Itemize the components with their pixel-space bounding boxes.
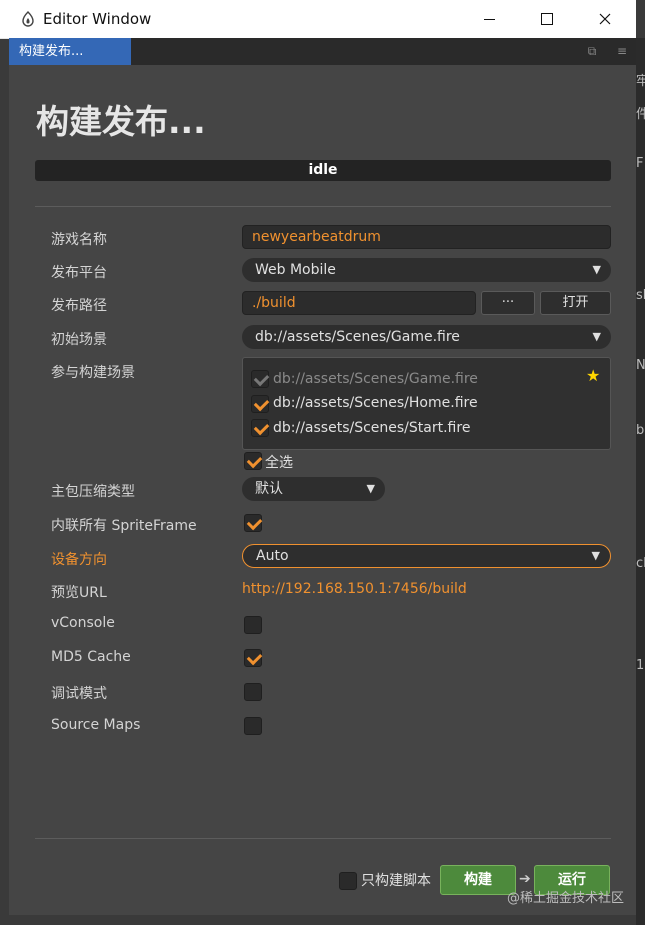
compression-value: 默认 xyxy=(255,481,283,497)
inline-spriteframe-label: 内联所有 SpriteFrame xyxy=(51,518,197,534)
preview-url-link[interactable]: http://192.168.150.1:7456/build xyxy=(242,581,467,597)
orientation-label: 设备方向 xyxy=(51,552,107,568)
close-button[interactable] xyxy=(576,0,634,38)
star-icon: ★ xyxy=(586,366,601,385)
start-scene-label: 初始场景 xyxy=(51,332,107,348)
build-status-bar: idle xyxy=(35,160,611,181)
platform-value: Web Mobile xyxy=(255,262,336,278)
tab-build[interactable]: 构建发布... xyxy=(9,38,131,65)
source-maps-label: Source Maps xyxy=(51,717,141,733)
start-scene-select[interactable]: db://assets/Scenes/Game.fire ▼ xyxy=(242,325,611,349)
page-title: 构建发布... xyxy=(36,102,206,141)
bg-glyph: sh xyxy=(636,288,645,303)
vconsole-checkbox[interactable] xyxy=(244,616,262,634)
vconsole-label: vConsole xyxy=(51,615,115,631)
compression-select[interactable]: 默认 ▼ xyxy=(242,477,385,501)
script-only-label: 只构建脚本 xyxy=(361,873,431,889)
scene-item-label: db://assets/Scenes/Game.fire xyxy=(273,371,478,387)
divider xyxy=(35,206,611,207)
chevron-down-icon: ▼ xyxy=(591,549,600,562)
bg-glyph: 牢 xyxy=(636,74,645,89)
start-scene-value: db://assets/Scenes/Game.fire xyxy=(255,329,460,345)
scene-checkbox[interactable] xyxy=(251,395,270,413)
bg-glyph: be xyxy=(636,423,645,438)
browse-path-button[interactable]: ··· xyxy=(481,291,535,315)
window-title: Editor Window xyxy=(43,10,152,28)
bg-glyph: 件 xyxy=(636,107,645,122)
popout-icon[interactable]: ⧉ xyxy=(585,44,599,58)
window-title-bar: Editor Window xyxy=(0,0,636,39)
chevron-down-icon: ▼ xyxy=(592,263,601,276)
compression-label: 主包压缩类型 xyxy=(51,484,135,500)
scene-item-label: db://assets/Scenes/Start.fire xyxy=(273,420,471,436)
md5-cache-checkbox[interactable] xyxy=(244,649,263,667)
platform-select[interactable]: Web Mobile ▼ xyxy=(242,258,611,282)
maximize-button[interactable] xyxy=(518,0,576,38)
scene-checkbox[interactable] xyxy=(251,419,270,437)
build-button[interactable]: 构建 xyxy=(440,865,516,895)
bg-glyph: 1 xyxy=(636,658,645,673)
build-path-label: 发布路径 xyxy=(51,298,107,314)
bg-glyph: N xyxy=(636,358,645,373)
scene-checkbox xyxy=(251,370,270,388)
bg-glyph: cl xyxy=(636,556,645,571)
select-all-checkbox[interactable] xyxy=(244,452,263,470)
orientation-select[interactable]: Auto ▼ xyxy=(242,544,611,568)
game-name-input[interactable]: newyearbeatdrum xyxy=(242,225,611,249)
build-panel: 构建发布... idle 游戏名称 newyearbeatdrum 发布平台 W… xyxy=(9,65,636,915)
debug-mode-label: 调试模式 xyxy=(51,686,107,702)
script-only-checkbox[interactable] xyxy=(339,872,357,890)
arrow-right-icon: ➔ xyxy=(519,871,531,887)
chevron-down-icon: ▼ xyxy=(366,482,375,495)
source-maps-checkbox[interactable] xyxy=(244,717,262,735)
divider xyxy=(35,838,611,839)
select-all-label: 全选 xyxy=(265,455,293,471)
orientation-value: Auto xyxy=(256,548,289,564)
close-icon xyxy=(599,13,611,25)
bg-glyph: F xyxy=(636,156,644,171)
build-scenes-list: db://assets/Scenes/Game.fire ★ db://asse… xyxy=(242,357,611,450)
background-editor-strip: 牢 件 F sh N be cl 1 xyxy=(636,38,645,925)
build-path-input[interactable]: ./build xyxy=(242,291,476,315)
watermark: @稀土掘金技术社区 xyxy=(507,891,625,906)
minimize-button[interactable] xyxy=(460,0,518,38)
platform-label: 发布平台 xyxy=(51,265,107,281)
maximize-icon xyxy=(541,13,553,25)
panel-tab-strip: 构建发布... ⧉ ≡ xyxy=(9,38,636,66)
cocos-app-icon xyxy=(22,11,34,27)
preview-url-label: 预览URL xyxy=(51,585,107,601)
md5-cache-label: MD5 Cache xyxy=(51,649,131,665)
debug-mode-checkbox[interactable] xyxy=(244,683,262,701)
chevron-down-icon: ▼ xyxy=(592,330,601,343)
open-folder-button[interactable]: 打开 xyxy=(540,291,611,315)
minimize-icon xyxy=(483,18,495,20)
game-name-label: 游戏名称 xyxy=(51,232,107,248)
inline-spriteframe-checkbox[interactable] xyxy=(244,514,263,532)
build-scenes-label: 参与构建场景 xyxy=(51,365,135,381)
scene-item-label: db://assets/Scenes/Home.fire xyxy=(273,395,478,411)
menu-icon[interactable]: ≡ xyxy=(615,44,629,58)
